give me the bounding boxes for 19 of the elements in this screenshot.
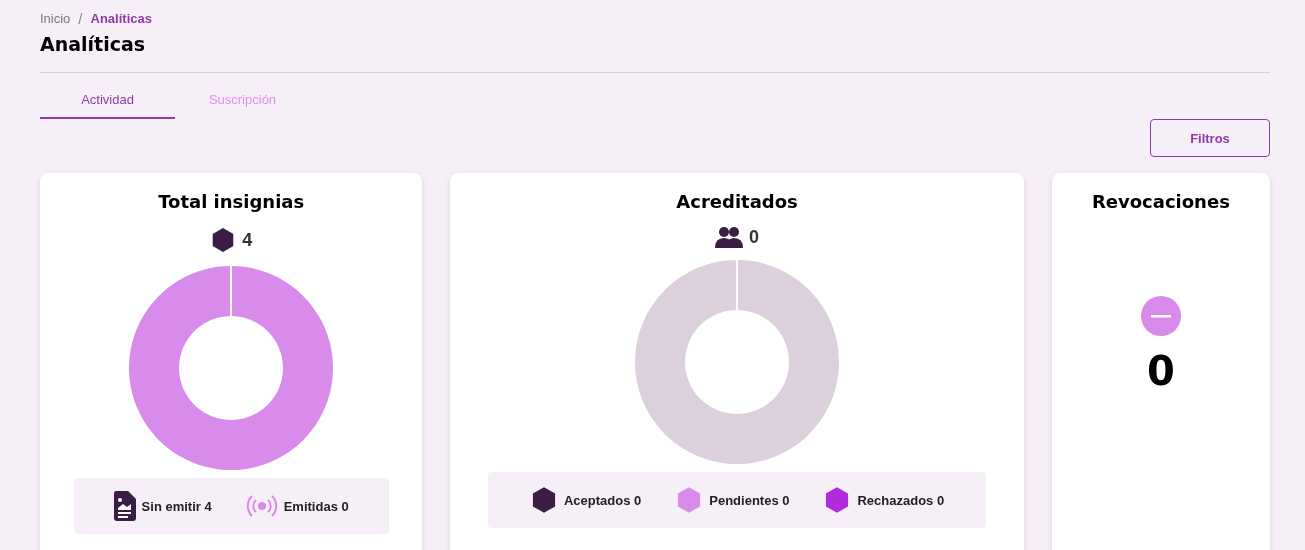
people-icon	[715, 226, 744, 248]
page-title: Analíticas	[40, 33, 147, 55]
legend-label: Rechazados 0	[857, 492, 945, 508]
breadcrumb-item[interactable]: Inicio	[40, 11, 71, 26]
count-value: 4	[242, 229, 253, 251]
legend-label: Emitidas 0	[283, 498, 349, 514]
card-title: Revocaciones	[1091, 191, 1230, 212]
count-value: 0	[1146, 348, 1175, 394]
legend-label: Aceptados 0	[563, 492, 642, 508]
minus-icon	[1140, 296, 1181, 336]
filter-button[interactable]: Filtros	[1150, 119, 1270, 157]
breadcrumb-separator: /	[78, 10, 83, 27]
breadcrumb-item[interactable]: Analíticas	[90, 11, 152, 26]
card-title: Acreditados	[676, 191, 798, 212]
tab[interactable]: Actividad	[40, 81, 175, 119]
count-value: 0	[749, 226, 760, 248]
card-title: Total insignias	[158, 191, 305, 212]
legend-label: Pendientes 0	[709, 492, 790, 508]
legend-label: Sin emitir 4	[141, 498, 212, 514]
